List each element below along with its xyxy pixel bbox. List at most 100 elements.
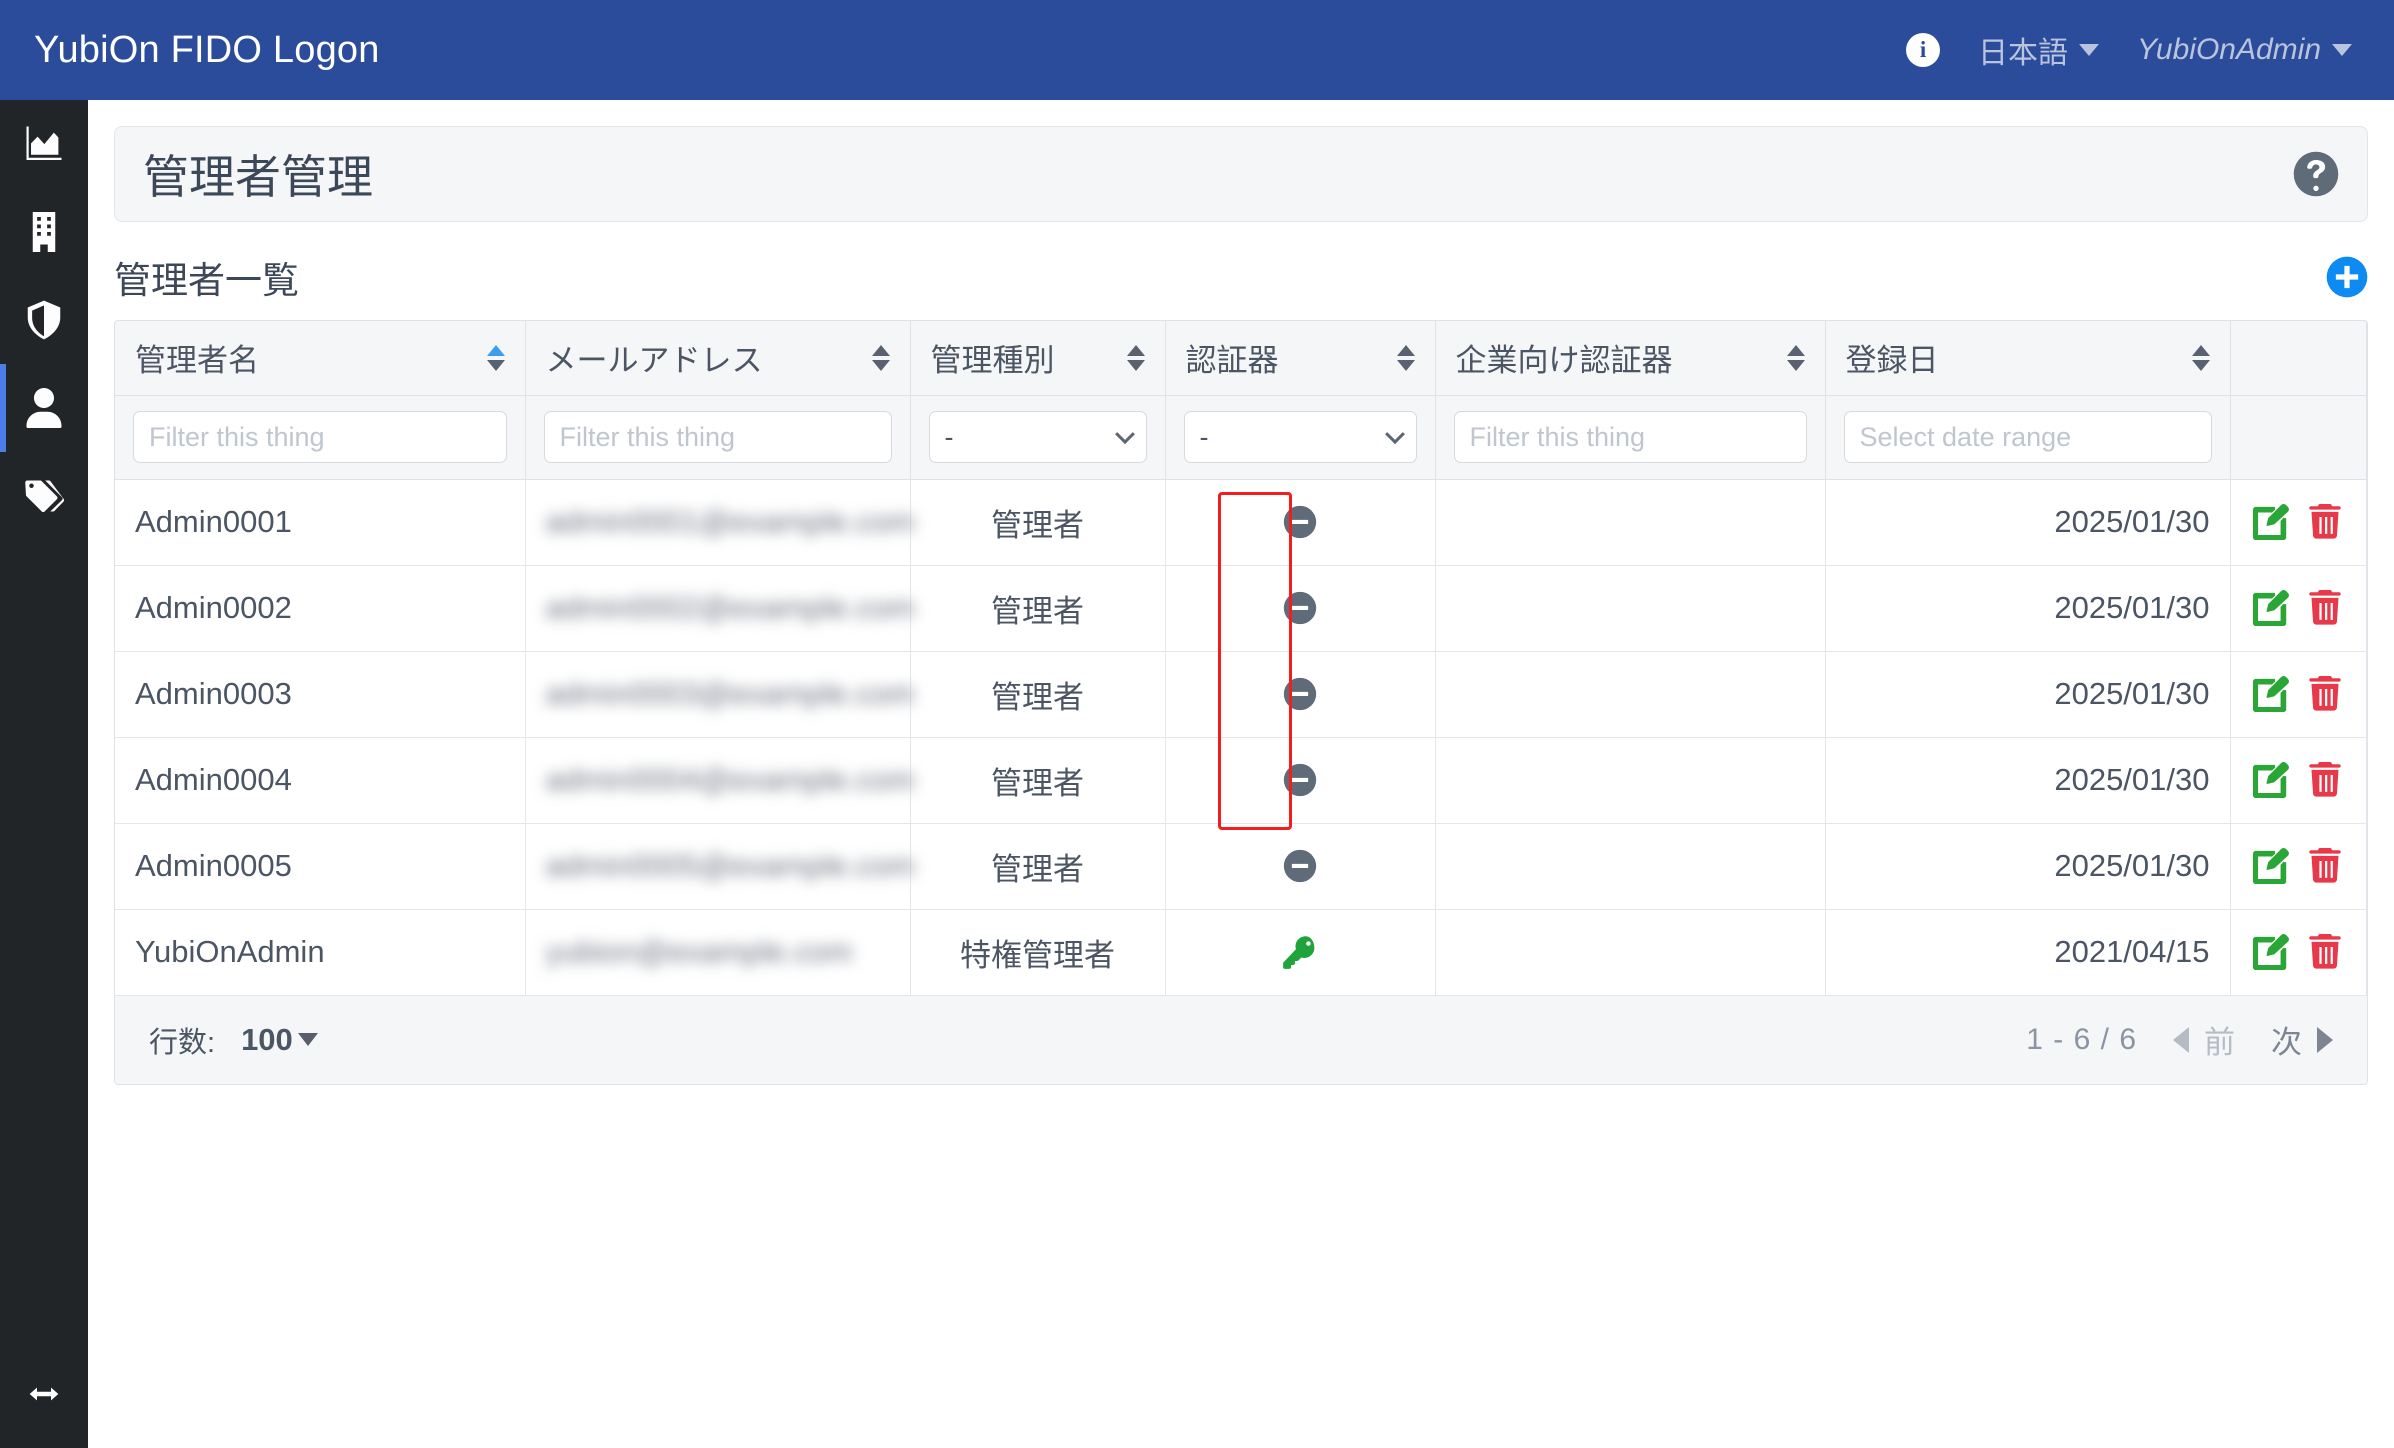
question-circle-icon: [2293, 151, 2339, 197]
pen-to-square-icon[interactable]: [2253, 590, 2290, 626]
email-filter-input[interactable]: [543, 411, 892, 463]
cell-enterprise-authenticator: [1435, 479, 1826, 566]
trash-icon[interactable]: [2307, 504, 2343, 540]
sort-icon[interactable]: [1786, 344, 1805, 371]
column-header-enterprise-authenticator[interactable]: 企業向け認証器: [1435, 321, 1826, 396]
add-admin-button[interactable]: [2326, 256, 2368, 298]
table-row: Admin0003 admin0003@example.com 管理者 2025/01…: [115, 651, 2367, 738]
previous-page-button[interactable]: 前: [2173, 1017, 2235, 1062]
cell-type: 管理者: [910, 737, 1166, 824]
cell-type: 管理者: [910, 565, 1166, 652]
sidebar-item-organization[interactable]: [0, 188, 88, 276]
rows-per-page-select[interactable]: 100: [241, 1022, 318, 1058]
cell-registered-date: 2021/04/15: [1825, 909, 2231, 996]
next-page-button[interactable]: 次: [2271, 1017, 2333, 1062]
column-header-registered-date[interactable]: 登録日: [1825, 321, 2231, 396]
minus-circle-icon[interactable]: [1186, 590, 1415, 626]
column-header-type[interactable]: 管理種別: [910, 321, 1166, 396]
table-row: Admin0001 admin0001@example.com 管理者 2025/01…: [115, 479, 2367, 566]
main-content: 管理者管理 管理者一覧 管理者名 メールアドレス 管理種別 認証器 企業向け認証…: [88, 100, 2394, 1448]
filter-cell-name: [115, 395, 526, 480]
minus-circle-icon[interactable]: [1186, 762, 1415, 798]
trash-icon[interactable]: [2307, 848, 2343, 884]
filter-row: - -: [115, 395, 2367, 480]
trash-icon[interactable]: [2307, 676, 2343, 712]
sidebar-toggle-button[interactable]: [0, 1366, 88, 1426]
sort-icon[interactable]: [1126, 344, 1145, 371]
pen-to-square-icon[interactable]: [2253, 762, 2290, 798]
column-label: 管理種別: [930, 343, 1055, 379]
pen-to-square-icon[interactable]: [2253, 934, 2290, 970]
sidebar-item-admins[interactable]: [0, 364, 88, 452]
cell-name: YubiOnAdmin: [115, 909, 526, 996]
cell-name: Admin0004: [115, 737, 526, 824]
cell-email: admin0002@example.com: [525, 565, 915, 652]
column-label: 企業向け認証器: [1455, 343, 1673, 379]
filter-cell-email: [525, 395, 911, 480]
email-value: yubion@example.com: [545, 934, 853, 969]
filter-cell-enterprise: [1435, 395, 1826, 480]
help-button[interactable]: [2293, 151, 2339, 197]
key-icon[interactable]: [1186, 934, 1415, 970]
column-header-authenticator[interactable]: 認証器: [1165, 321, 1436, 396]
pen-to-square-icon[interactable]: [2253, 504, 2290, 540]
table-body: Admin0001 admin0001@example.com 管理者 2025/01…: [115, 479, 2367, 996]
sort-icon[interactable]: [871, 344, 890, 371]
type-filter-value: -: [944, 421, 954, 452]
cell-name: Admin0001: [115, 479, 526, 566]
pen-to-square-icon[interactable]: [2253, 676, 2290, 712]
sort-icon[interactable]: [2191, 344, 2210, 371]
table-row: YubiOnAdmin yubion@example.com 特権管理者 2021/0…: [115, 909, 2367, 996]
sidebar-item-security[interactable]: [0, 276, 88, 364]
email-value: admin0003@example.com: [545, 676, 915, 711]
sort-icon-ascending[interactable]: [486, 344, 505, 371]
cell-authenticator: [1165, 909, 1436, 996]
cell-type: 管理者: [910, 823, 1166, 910]
minus-circle-icon[interactable]: [1186, 848, 1415, 884]
cell-name: Admin0005: [115, 823, 526, 910]
column-header-email[interactable]: メールアドレス: [525, 321, 911, 396]
user-menu[interactable]: YubiOnAdmin: [2137, 33, 2352, 67]
minus-circle-icon[interactable]: [1186, 504, 1415, 540]
trash-icon[interactable]: [2307, 934, 2343, 970]
cell-actions: [2230, 823, 2367, 910]
authenticator-filter-select[interactable]: -: [1183, 411, 1417, 463]
type-filter-select[interactable]: -: [928, 411, 1147, 463]
enterprise-filter-input[interactable]: [1453, 411, 1807, 463]
cell-registered-date: 2025/01/30: [1825, 823, 2231, 910]
cell-email: admin0001@example.com: [525, 479, 915, 566]
chevron-left-icon: [2173, 1026, 2189, 1053]
cell-registered-date: 2025/01/30: [1825, 479, 2231, 566]
minus-circle-icon[interactable]: [1186, 676, 1415, 712]
cell-enterprise-authenticator: [1435, 909, 1826, 996]
sidebar-item-dashboard[interactable]: [0, 100, 88, 188]
shield-half-icon: [24, 300, 64, 340]
sidebar-item-tags[interactable]: [0, 452, 88, 540]
top-navbar: YubiOn FIDO Logon i 日本語 YubiOnAdmin: [0, 0, 2394, 100]
page-title: 管理者管理: [143, 151, 373, 203]
tags-icon: [24, 476, 64, 516]
pen-to-square-icon[interactable]: [2253, 848, 2290, 884]
admins-table: 管理者名 メールアドレス 管理種別 認証器 企業向け認証器 登録日 Filter…: [114, 320, 2368, 1085]
arrows-left-right-icon: [24, 1377, 64, 1416]
language-selector[interactable]: 日本語: [1978, 28, 2100, 72]
rows-per-page-value: 100: [241, 1021, 293, 1057]
trash-icon[interactable]: [2307, 762, 2343, 798]
cell-email: yubion@example.com: [525, 909, 911, 996]
table-footer: 行数: 100 1 - 6 / 6 前 次: [115, 995, 2367, 1084]
cell-registered-date: 2025/01/30: [1825, 651, 2231, 738]
cell-registered-date: 2025/01/30: [1825, 565, 2231, 652]
name-filter-input[interactable]: [133, 411, 507, 463]
email-value: admin0001@example.com: [545, 504, 915, 539]
column-header-name[interactable]: 管理者名: [115, 321, 526, 396]
info-circle-icon[interactable]: i: [1906, 33, 1941, 67]
date-range-filter-input[interactable]: [1843, 411, 2212, 463]
trash-icon[interactable]: [2307, 590, 2343, 626]
sort-icon[interactable]: [1396, 344, 1415, 371]
table-header-row: 管理者名 メールアドレス 管理種別 認証器 企業向け認証器 登録日: [115, 321, 2367, 396]
authenticator-filter-value: -: [1199, 421, 1209, 452]
cell-actions: [2230, 737, 2367, 824]
column-label: 登録日: [1845, 343, 1939, 379]
email-value: admin0004@example.com: [545, 762, 915, 797]
app-brand: YubiOn FIDO Logon: [34, 28, 380, 71]
